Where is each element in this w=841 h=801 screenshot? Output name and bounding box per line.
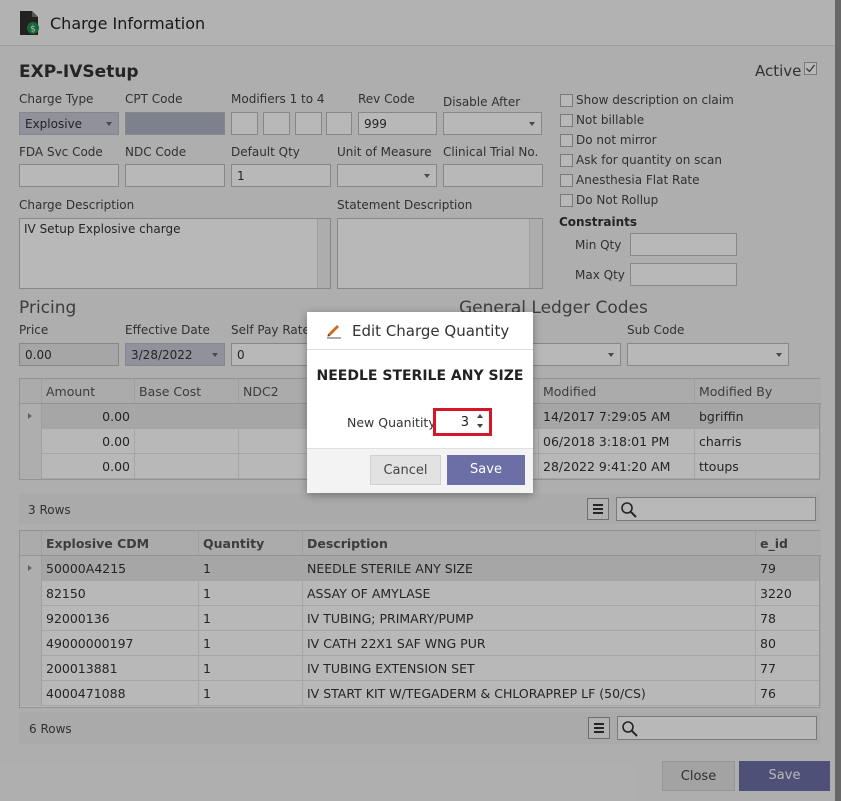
dialog-title: Edit Charge Quantity <box>352 322 510 340</box>
new-quantity-value: 3 <box>460 415 469 430</box>
new-quantity-stepper[interactable]: 3 <box>433 408 492 436</box>
cancel-button[interactable]: Cancel <box>370 455 441 485</box>
decrement-icon[interactable] <box>477 424 483 428</box>
dialog-save-button[interactable]: Save <box>447 455 525 485</box>
dialog-footer: Cancel Save <box>307 448 533 493</box>
dialog-header: Edit Charge Quantity <box>307 312 533 350</box>
increment-icon[interactable] <box>477 414 483 418</box>
pencil-icon <box>327 325 341 339</box>
dialog-item-name: NEEDLE STERILE ANY SIZE <box>316 368 524 384</box>
edit-charge-quantity-dialog: Edit Charge Quantity NEEDLE STERILE ANY … <box>307 312 533 493</box>
new-quantity-label: New Quanitity <box>347 415 436 430</box>
